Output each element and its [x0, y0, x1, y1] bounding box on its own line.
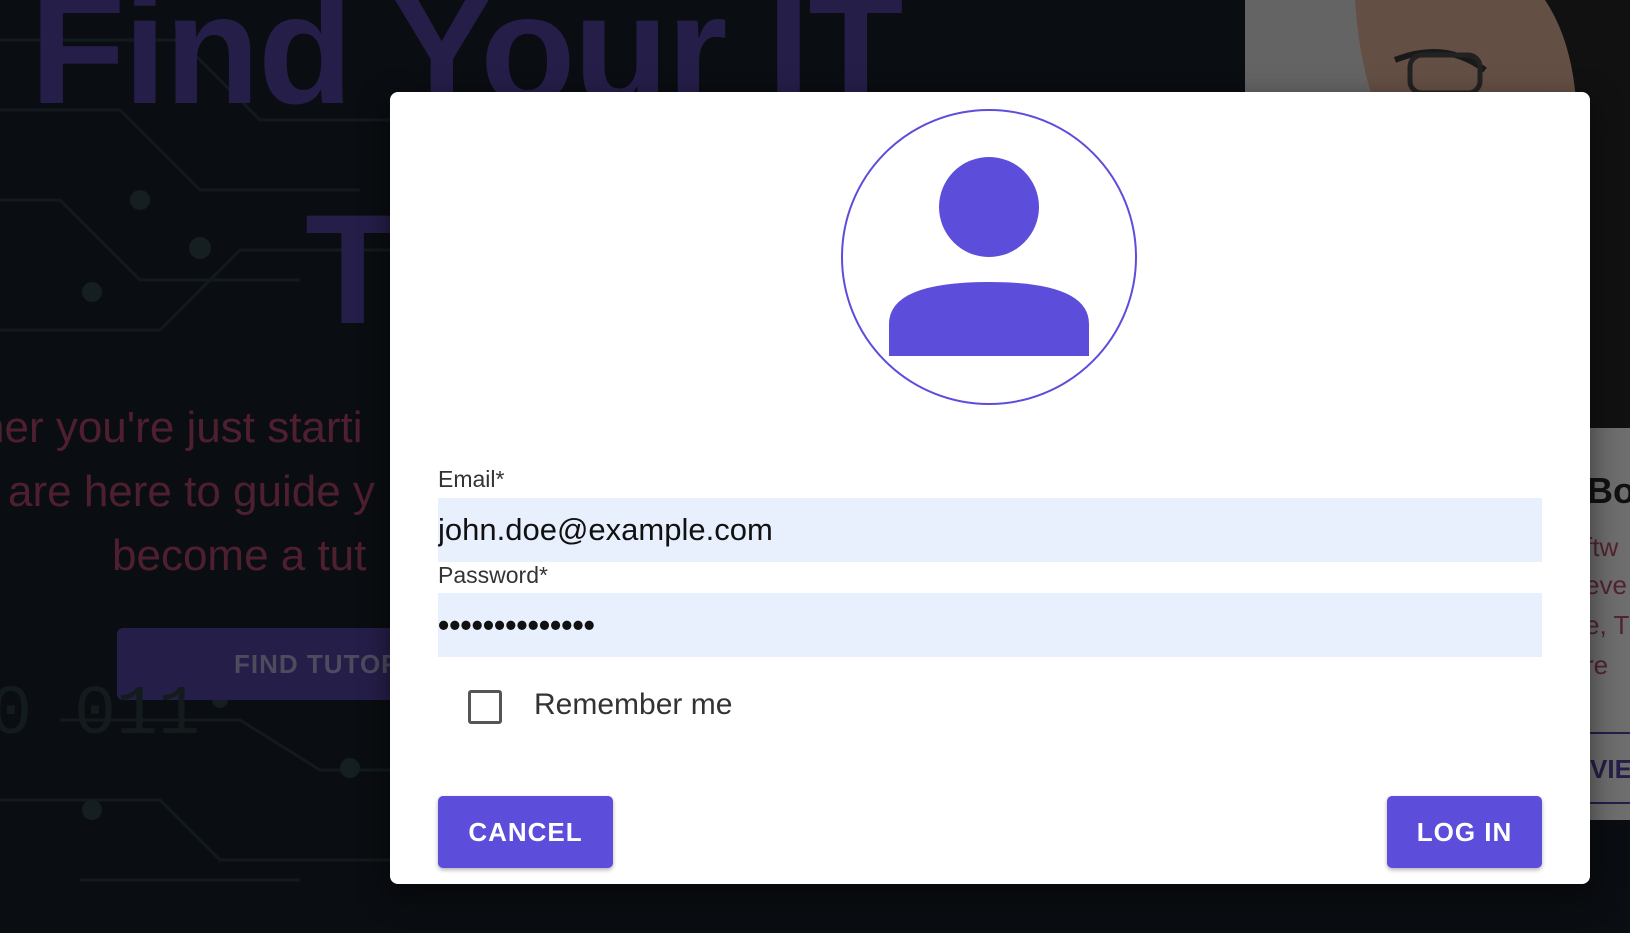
- remember-me-checkbox[interactable]: [468, 690, 502, 724]
- cancel-button[interactable]: CANCEL: [438, 796, 613, 868]
- login-button[interactable]: LOG IN: [1387, 796, 1542, 868]
- remember-me-label[interactable]: Remember me: [534, 688, 732, 722]
- password-label: Password*: [438, 562, 548, 588]
- user-avatar-icon: [841, 109, 1137, 405]
- password-field[interactable]: ••••••••••••••: [438, 593, 1542, 657]
- login-dialog: Email* Password* •••••••••••••• Remember…: [390, 92, 1590, 884]
- email-field[interactable]: [438, 498, 1542, 562]
- email-label: Email*: [438, 466, 505, 492]
